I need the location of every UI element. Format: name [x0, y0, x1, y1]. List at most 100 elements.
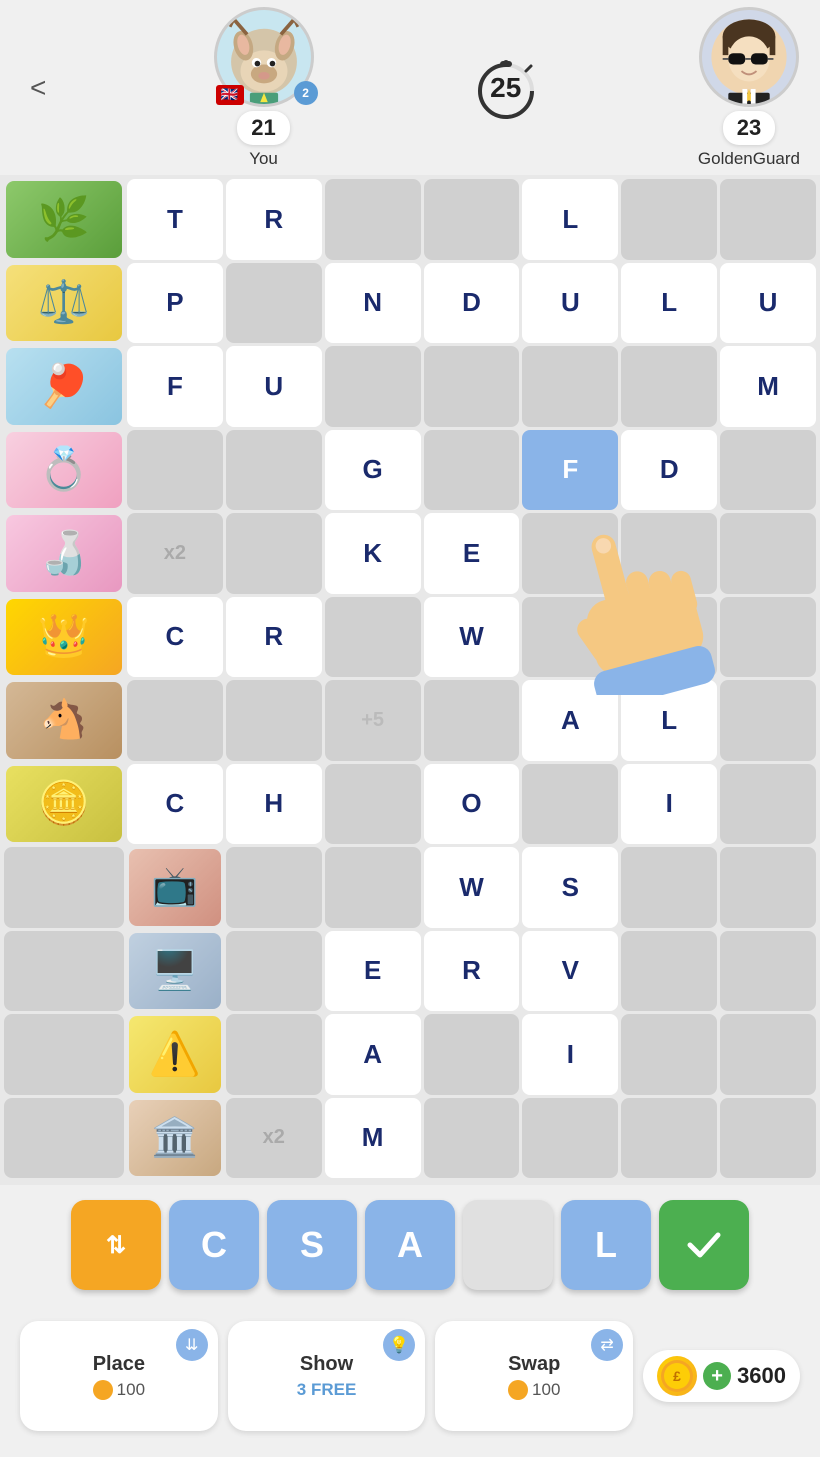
game-grid: 🌿 T R L ⚖️ P N D U L U 🏓 F U M 💍 G F D: [0, 175, 820, 1185]
cell-r1c6[interactable]: L: [522, 179, 618, 260]
clue-image-1: 🌿: [4, 179, 124, 260]
tile-A[interactable]: A: [365, 1200, 455, 1290]
cell-r5c4[interactable]: K: [325, 513, 421, 594]
add-coins-button[interactable]: +: [703, 1362, 731, 1390]
cell-r9c4[interactable]: W: [424, 847, 520, 928]
swap-button[interactable]: ⇄ Swap 100: [435, 1321, 633, 1431]
cell-r6c5[interactable]: W: [424, 597, 520, 678]
cell-r2c7[interactable]: L: [621, 263, 717, 344]
cell-r10c8: [4, 1014, 124, 1095]
shuffle-tile[interactable]: ⇅: [71, 1200, 161, 1290]
timer-block: 25: [471, 53, 541, 123]
cell-r3c4: [325, 346, 421, 427]
cell-r2c8[interactable]: U: [720, 263, 816, 344]
clue-image-6: 👑: [4, 597, 124, 678]
cell-r11c3[interactable]: A: [325, 1014, 421, 1095]
cell-r2c6[interactable]: U: [522, 263, 618, 344]
cell-r3c3[interactable]: U: [226, 346, 322, 427]
cell-r10c6: [621, 931, 717, 1012]
place-cost: 100: [93, 1380, 145, 1400]
clue-image-9: 📺: [127, 847, 223, 928]
cell-r6c2[interactable]: C: [127, 597, 223, 678]
cell-r3c2[interactable]: F: [127, 346, 223, 427]
cell-r6c6: [522, 597, 618, 678]
cell-r1c3[interactable]: R: [226, 179, 322, 260]
show-free: 3 FREE: [297, 1380, 357, 1400]
cell-r12c6: [621, 1098, 717, 1179]
svg-text:£: £: [673, 1368, 681, 1384]
player1-badge: 2: [294, 81, 318, 105]
cell-r12c5: [522, 1098, 618, 1179]
place-label: Place: [93, 1353, 145, 1376]
cell-r7c7[interactable]: L: [621, 680, 717, 761]
cell-r5c6: [522, 513, 618, 594]
cell-r3c8[interactable]: M: [720, 346, 816, 427]
player1-block: 🇬🇧 2 21 You: [214, 7, 314, 169]
cell-r7c3: [226, 680, 322, 761]
clue-image-5: 🍶: [4, 513, 124, 594]
cell-r1c5: [424, 179, 520, 260]
cell-r11c6: [621, 1014, 717, 1095]
cell-r11c5[interactable]: I: [522, 1014, 618, 1095]
tile-rack: ⇅ C S A L: [0, 1185, 820, 1305]
clue-image-7: 🐴: [4, 680, 124, 761]
cell-r9c7: [720, 847, 816, 928]
clue-image-8: 🪙: [4, 764, 124, 845]
cell-r10c3[interactable]: E: [325, 931, 421, 1012]
tile-S[interactable]: S: [267, 1200, 357, 1290]
swap-icon: ⇄: [591, 1329, 623, 1361]
cell-r2c4[interactable]: N: [325, 263, 421, 344]
place-icon: ⇊: [176, 1329, 208, 1361]
cell-r7c6[interactable]: A: [522, 680, 618, 761]
cell-r4c7[interactable]: D: [621, 430, 717, 511]
swap-coin-icon: [508, 1380, 528, 1400]
tile-C[interactable]: C: [169, 1200, 259, 1290]
cell-r5c5[interactable]: E: [424, 513, 520, 594]
back-button[interactable]: <: [20, 67, 56, 109]
cell-r8c3[interactable]: H: [226, 764, 322, 845]
cell-r4c5: [424, 430, 520, 511]
clue-image-11: ⚠️: [127, 1014, 223, 1095]
cell-r11c2: [226, 1014, 322, 1095]
cell-r4c6-highlight[interactable]: F: [522, 430, 618, 511]
player1-flag: 🇬🇧: [216, 85, 244, 105]
cell-r10c5[interactable]: V: [522, 931, 618, 1012]
clue-image-4: 💍: [4, 430, 124, 511]
cell-r8c2[interactable]: C: [127, 764, 223, 845]
cell-r1c2[interactable]: T: [127, 179, 223, 260]
confirm-button[interactable]: [659, 1200, 749, 1290]
cell-r5c8: [720, 513, 816, 594]
cell-r7c8: [720, 680, 816, 761]
place-coin-icon: [93, 1380, 113, 1400]
timer-value: 25: [490, 72, 521, 104]
cell-r8c7[interactable]: I: [621, 764, 717, 845]
swap-cost: 100: [508, 1380, 560, 1400]
cell-r9c8: [4, 931, 124, 1012]
cell-r8c5[interactable]: O: [424, 764, 520, 845]
tile-L[interactable]: L: [561, 1200, 651, 1290]
player2-name: GoldenGuard: [698, 149, 800, 169]
cell-r4c4[interactable]: G: [325, 430, 421, 511]
cell-r2c5[interactable]: D: [424, 263, 520, 344]
cell-r10c4[interactable]: R: [424, 931, 520, 1012]
cell-r5c3: [226, 513, 322, 594]
cell-r9c6: [621, 847, 717, 928]
cell-r8c9: [4, 847, 124, 928]
cell-r6c3[interactable]: R: [226, 597, 322, 678]
place-button[interactable]: ⇊ Place 100: [20, 1321, 218, 1431]
cell-r6c4: [325, 597, 421, 678]
cell-r4c3: [226, 430, 322, 511]
cell-r12c3[interactable]: M: [325, 1098, 421, 1179]
cell-r3c7: [621, 346, 717, 427]
player2-score: 23: [723, 111, 775, 145]
cell-r12c2: x2: [226, 1098, 322, 1179]
cell-r6c8: [720, 597, 816, 678]
cell-r2c2[interactable]: P: [127, 263, 223, 344]
cell-r1c7: [621, 179, 717, 260]
cell-r9c5[interactable]: S: [522, 847, 618, 928]
cell-r11c8: [4, 1098, 124, 1179]
swap-label: Swap: [508, 1353, 560, 1376]
clue-image-10: 🖥️: [127, 931, 223, 1012]
clue-image-2: ⚖️: [4, 263, 124, 344]
show-button[interactable]: 💡 Show 3 FREE: [228, 1321, 426, 1431]
